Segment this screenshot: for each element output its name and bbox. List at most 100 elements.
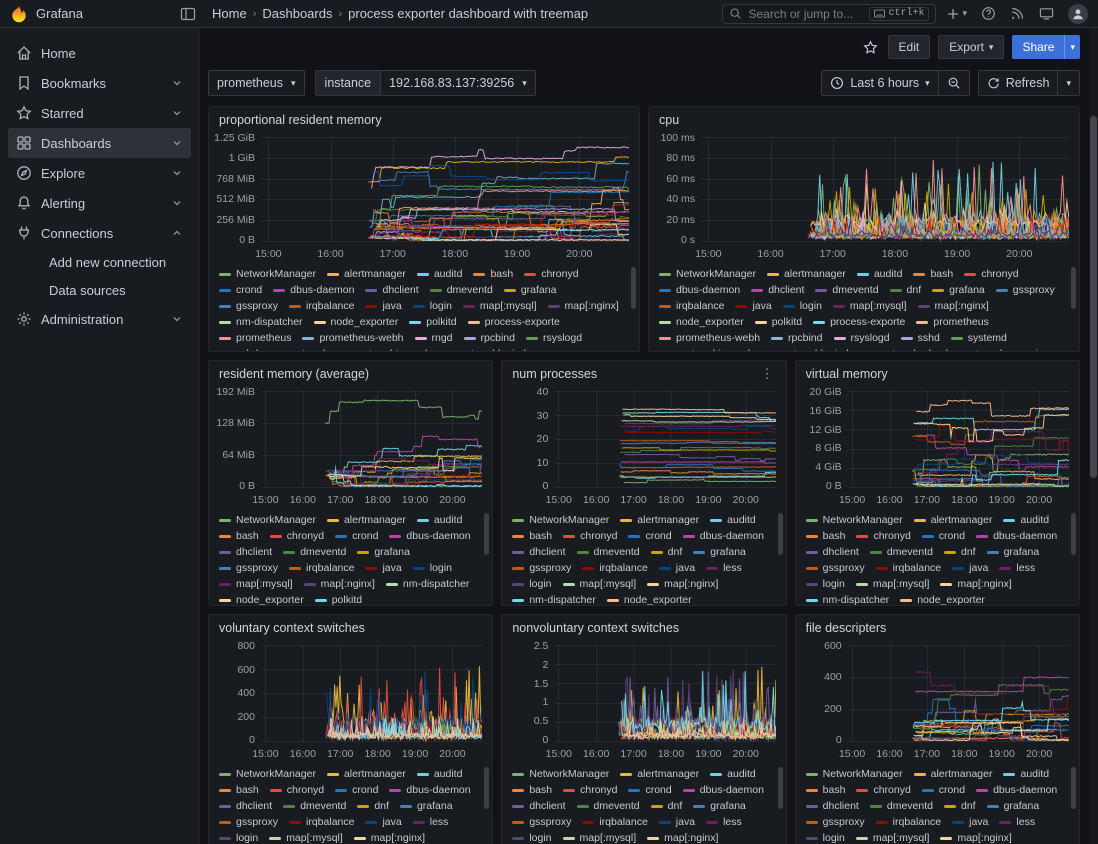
search-input[interactable]: Search or jump to... ctrl+k	[722, 4, 936, 24]
legend-item-dhclient[interactable]: dhclient	[219, 545, 272, 559]
instance-select[interactable]: 192.168.83.137:39256 ▾	[380, 71, 535, 95]
legend-item-gssproxy[interactable]: gssproxy	[219, 815, 278, 829]
legend-item-nm-dispatcher[interactable]: nm-dispatcher	[806, 593, 890, 605]
legend-item-login[interactable]: login	[219, 831, 258, 844]
legend-item-java[interactable]: java	[659, 561, 695, 575]
refresh-interval-picker[interactable]: ▾	[1058, 70, 1080, 96]
legend-item-map-mysql[interactable]: map[:mysql]	[563, 831, 637, 844]
legend-item-less[interactable]: less	[413, 815, 449, 829]
legend-item-polkitd[interactable]: polkitd	[755, 315, 802, 329]
legend-item-dbus-daemon[interactable]: dbus-daemon	[389, 529, 470, 543]
legend-item-grafana[interactable]: grafana	[987, 799, 1040, 813]
legend-item-systemd[interactable]: systemd	[269, 347, 325, 351]
grafana-logo[interactable]	[10, 5, 28, 23]
legend-item-networkmanager[interactable]: NetworkManager	[219, 767, 316, 781]
legend-item-process-exporte[interactable]: process-exporte	[813, 315, 905, 329]
legend-item-java[interactable]: java	[365, 299, 401, 313]
legend-item-chronyd[interactable]: chronyd	[856, 783, 910, 797]
add-new-button[interactable]: ▾	[946, 7, 967, 21]
sidebar-item-alerting[interactable]: Alerting	[8, 188, 191, 218]
legend-item-auditd[interactable]: auditd	[1003, 767, 1049, 781]
legend-item-chronyd[interactable]: chronyd	[563, 529, 617, 543]
legend-item-login[interactable]: login	[783, 299, 822, 313]
legend-item-map-nginx[interactable]: map[:nginx]	[647, 577, 718, 591]
legend-item-dbus-daemon[interactable]: dbus-daemon	[683, 783, 764, 797]
legend-item-chronyd[interactable]: chronyd	[964, 267, 1018, 281]
legend-item-dmeventd[interactable]: dmeventd	[283, 799, 346, 813]
legend-item-chronyd[interactable]: chronyd	[856, 529, 910, 543]
legend-scrollbar[interactable]	[1071, 267, 1076, 309]
legend-item-dmeventd[interactable]: dmeventd	[283, 545, 346, 559]
legend-item-dnf[interactable]: dnf	[944, 545, 976, 559]
legend-item-bash[interactable]: bash	[512, 529, 552, 543]
legend-item-nm-dispatcher[interactable]: nm-dispatcher	[512, 593, 596, 605]
plot-area[interactable]	[701, 133, 1069, 245]
legend-item-crond[interactable]: crond	[922, 783, 965, 797]
legend-item-login[interactable]: login	[512, 577, 551, 591]
legend-item-login[interactable]: login	[806, 831, 845, 844]
zoom-out-button[interactable]	[939, 70, 970, 96]
legend-item-node-exporter[interactable]: node_exporter	[659, 315, 744, 329]
legend-item-grafana[interactable]: grafana	[987, 545, 1040, 559]
panel-header[interactable]: num processes ⋮	[502, 361, 785, 387]
legend-scrollbar[interactable]	[484, 767, 489, 809]
legend-item-auditd[interactable]: auditd	[710, 513, 756, 527]
legend-item-map-nginx[interactable]: map[:nginx]	[918, 299, 989, 313]
legend-item-dnf[interactable]: dnf	[357, 799, 389, 813]
export-button[interactable]: Export ▾	[938, 35, 1004, 59]
legend-item-map-mysql[interactable]: map[:mysql]	[856, 577, 930, 591]
legend-item-auditd[interactable]: auditd	[710, 767, 756, 781]
plot-area[interactable]	[848, 387, 1069, 491]
legend-item-crond[interactable]: crond	[335, 529, 378, 543]
panel-header[interactable]: nonvoluntary context switches ⋮	[502, 615, 785, 641]
legend-item-alertmanager[interactable]: alertmanager	[327, 767, 406, 781]
legend-item-dbus-daemon[interactable]: dbus-daemon	[273, 283, 354, 297]
legend-item-systemd-logind[interactable]: systemd-logind	[761, 347, 849, 351]
legend-item-rsyslogd[interactable]: rsyslogd	[834, 331, 890, 345]
time-range-picker[interactable]: Last 6 hours ▾	[821, 70, 938, 96]
legend-scrollbar[interactable]	[631, 267, 636, 309]
legend-scrollbar[interactable]	[484, 513, 489, 555]
legend-item-rngd[interactable]: rngd	[415, 331, 453, 345]
legend-item-dhclient[interactable]: dhclient	[512, 545, 565, 559]
legend-item-grafana[interactable]: grafana	[400, 799, 453, 813]
legend-scrollbar[interactable]	[1071, 513, 1076, 555]
legend-item-dmeventd[interactable]: dmeventd	[870, 545, 933, 559]
legend-item-dbus-daemon[interactable]: dbus-daemon	[976, 783, 1057, 797]
legend-item-java[interactable]: java	[659, 815, 695, 829]
legend-item-auditd[interactable]: auditd	[417, 267, 463, 281]
legend-item-alertmanager[interactable]: alertmanager	[327, 267, 406, 281]
legend-item-dmeventd[interactable]: dmeventd	[577, 799, 640, 813]
legend-item-chronyd[interactable]: chronyd	[270, 529, 324, 543]
legend-item-prometheus[interactable]: prometheus	[219, 331, 291, 345]
legend-item-alertmanager[interactable]: alertmanager	[914, 513, 993, 527]
legend-item-less[interactable]: less	[706, 561, 742, 575]
legend-item-vim[interactable]: vim	[1013, 347, 1046, 351]
scrollbar-thumb[interactable]	[1090, 116, 1097, 478]
legend-item-irqbalance[interactable]: irqbalance	[659, 299, 724, 313]
legend-item-gssproxy[interactable]: gssproxy	[219, 561, 278, 575]
panel-header[interactable]: file descripters ⋮	[796, 615, 1079, 641]
legend-item-java[interactable]: java	[952, 815, 988, 829]
legend-item-irqbalance[interactable]: irqbalance	[289, 561, 354, 575]
legend-item-bash[interactable]: bash	[913, 267, 953, 281]
legend-item-map-nginx[interactable]: map[:nginx]	[304, 577, 375, 591]
legend-item-less[interactable]: less	[999, 815, 1035, 829]
legend-item-networkmanager[interactable]: NetworkManager	[806, 767, 903, 781]
legend-item-dbus-daemon[interactable]: dbus-daemon	[976, 529, 1057, 543]
sidebar-item-dashboards[interactable]: Dashboards	[8, 128, 191, 158]
legend-item-gssproxy[interactable]: gssproxy	[219, 299, 278, 313]
legend-item-alertmanager[interactable]: alertmanager	[620, 513, 699, 527]
sidebar-item-starred[interactable]: Starred	[8, 98, 191, 128]
legend-item-dnf[interactable]: dnf	[890, 283, 922, 297]
legend-item-nm-dispatcher[interactable]: nm-dispatcher	[386, 577, 470, 591]
legend-item-java[interactable]: java	[952, 561, 988, 575]
panel-header[interactable]: resident memory (average) ⋮	[209, 361, 492, 387]
plot-area[interactable]	[554, 641, 775, 745]
legend-item-auditd[interactable]: auditd	[417, 767, 463, 781]
legend-item-login[interactable]: login	[413, 299, 452, 313]
panel-header[interactable]: proportional resident memory ⋮	[209, 107, 639, 133]
legend-item-grafana[interactable]: grafana	[357, 545, 410, 559]
legend-item-gssproxy[interactable]: gssproxy	[806, 561, 865, 575]
legend-scrollbar[interactable]	[778, 513, 783, 555]
